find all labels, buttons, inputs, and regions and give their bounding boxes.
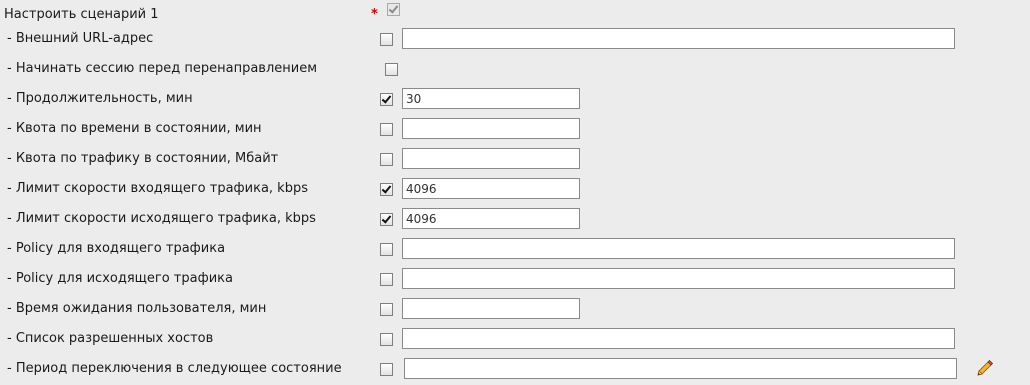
row-allowed-hosts: - Список разрешенных хостов — [0, 324, 1030, 354]
outbound-rate-limit-label: - Лимит скорости исходящего трафика, kbp… — [7, 211, 316, 226]
inbound-policy-checkbox[interactable] — [380, 243, 393, 256]
row-inbound-policy: - Policy для входящего трафика — [0, 234, 1030, 264]
external-url-checkbox[interactable] — [380, 33, 393, 46]
user-wait-time-input[interactable] — [402, 298, 580, 319]
start-session-checkbox[interactable] — [385, 63, 398, 76]
row-inbound-rate-limit: - Лимит скорости входящего трафика, kbps — [0, 174, 1030, 204]
row-outbound-rate-limit: - Лимит скорости исходящего трафика, kbp… — [0, 204, 1030, 234]
allowed-hosts-input[interactable] — [402, 328, 955, 349]
row-duration: - Продолжительность, мин — [0, 84, 1030, 114]
allowed-hosts-label: - Список разрешенных хостов — [7, 331, 214, 346]
inbound-rate-limit-checkbox[interactable] — [380, 183, 393, 196]
external-url-label: - Внешний URL-адрес — [7, 31, 154, 46]
outbound-policy-input[interactable] — [402, 268, 955, 289]
traffic-quota-input[interactable] — [402, 148, 580, 169]
row-external-url: - Внешний URL-адрес — [0, 24, 1030, 54]
row-start-session: - Начинать сессию перед перенаправлением — [0, 54, 1030, 84]
duration-input[interactable] — [402, 88, 580, 109]
traffic-quota-checkbox[interactable] — [380, 153, 393, 166]
user-wait-time-checkbox[interactable] — [380, 303, 393, 316]
pencil-icon[interactable] — [974, 359, 994, 379]
outbound-policy-checkbox[interactable] — [380, 273, 393, 286]
switch-period-input[interactable] — [404, 358, 957, 379]
time-quota-checkbox[interactable] — [380, 123, 393, 136]
allowed-hosts-checkbox[interactable] — [380, 333, 393, 346]
traffic-quota-label: - Квота по трафику в состоянии, Мбайт — [7, 151, 279, 166]
inbound-policy-label: - Policy для входящего трафика — [7, 241, 226, 256]
duration-label: - Продолжительность, мин — [7, 91, 193, 106]
scenario-root-checkbox[interactable] — [387, 3, 400, 16]
external-url-input[interactable] — [402, 28, 955, 49]
outbound-rate-limit-input[interactable] — [402, 208, 580, 229]
switch-period-checkbox[interactable] — [380, 363, 393, 376]
row-switch-period: - Период переключения в следующее состоя… — [0, 354, 1030, 384]
inbound-rate-limit-label: - Лимит скорости входящего трафика, kbps — [7, 181, 308, 196]
user-wait-time-label: - Время ожидания пользователя, мин — [7, 301, 267, 316]
outbound-policy-label: - Policy для исходящего трафика — [7, 271, 233, 286]
duration-checkbox[interactable] — [380, 93, 393, 106]
time-quota-input[interactable] — [402, 118, 580, 139]
row-user-wait-time: - Время ожидания пользователя, мин — [0, 294, 1030, 324]
inbound-rate-limit-input[interactable] — [402, 178, 580, 199]
start-session-label: - Начинать сессию перед перенаправлением — [7, 61, 318, 76]
switch-period-label: - Период переключения в следующее состоя… — [7, 361, 342, 376]
time-quota-label: - Квота по времени в состоянии, мин — [7, 121, 262, 136]
outbound-rate-limit-checkbox[interactable] — [380, 213, 393, 226]
row-outbound-policy: - Policy для исходящего трафика — [0, 264, 1030, 294]
inbound-policy-input[interactable] — [402, 238, 955, 259]
row-traffic-quota: - Квота по трафику в состоянии, Мбайт — [0, 144, 1030, 174]
row-time-quota: - Квота по времени в состоянии, мин — [0, 114, 1030, 144]
